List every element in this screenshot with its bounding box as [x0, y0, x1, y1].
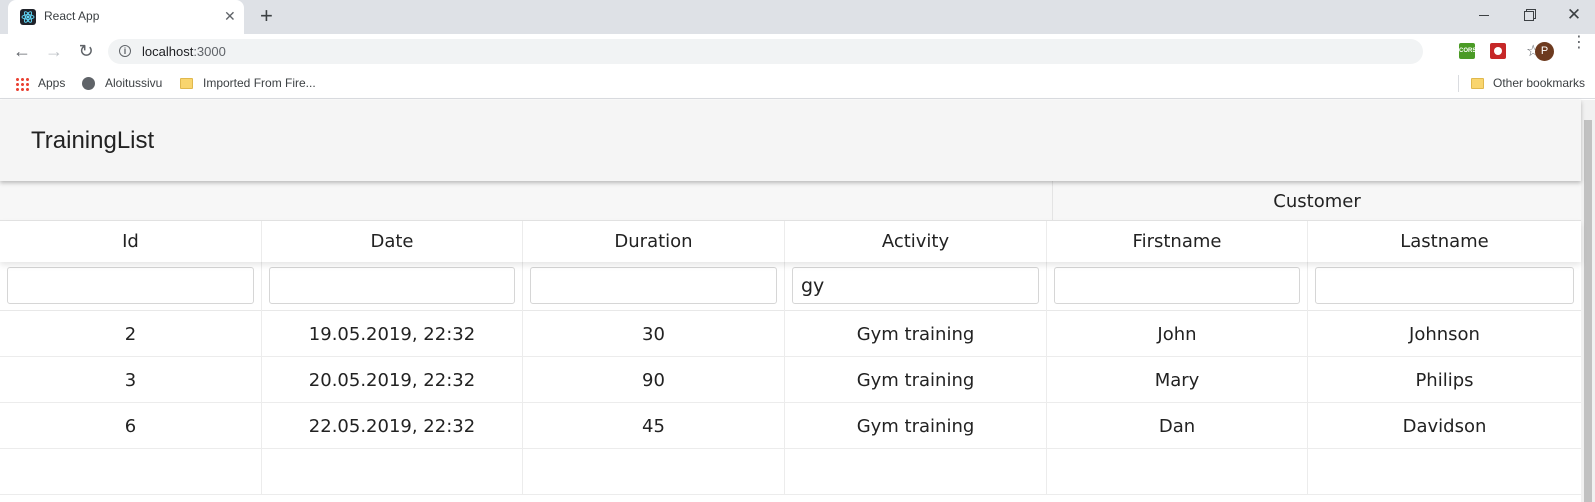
- page-scrollbar[interactable]: [1581, 100, 1595, 502]
- page-title: TrainingList: [31, 127, 155, 154]
- filter-input-duration[interactable]: [530, 267, 777, 304]
- table-group-header-row: Customer: [0, 181, 1581, 221]
- folder-icon: [180, 78, 193, 89]
- empty-cell: [523, 449, 785, 494]
- app-header: TrainingList: [0, 100, 1581, 181]
- bookmarks-bar: Apps Aloitussivu Imported From Fire... O…: [0, 68, 1595, 99]
- cell-activity: Gym training: [785, 403, 1047, 448]
- cell-date: 22.05.2019, 22:32: [262, 403, 523, 448]
- cell-date: 19.05.2019, 22:32: [262, 311, 523, 356]
- cell-id: 3: [0, 357, 262, 402]
- cell-lastname: Davidson: [1402, 416, 1487, 437]
- empty-cell: [785, 449, 1047, 494]
- forward-arrow-icon[interactable]: →: [43, 40, 65, 62]
- cell-id: 6: [0, 403, 262, 448]
- filter-input-id[interactable]: [7, 267, 254, 304]
- cell-id: 2: [0, 311, 262, 356]
- folder-icon: [1471, 78, 1484, 89]
- extension-icon[interactable]: [1490, 43, 1506, 59]
- table-row[interactable]: 3 20.05.2019, 22:32 90 Gym training Mary…: [0, 357, 1581, 403]
- close-window-button[interactable]: ✕: [1565, 6, 1583, 24]
- cell-date: 20.05.2019, 22:32: [262, 357, 523, 402]
- column-header-lastname[interactable]: Lastname: [1308, 221, 1581, 262]
- filter-cell: [1308, 262, 1581, 311]
- globe-icon: [82, 77, 95, 90]
- filter-cell: [1047, 262, 1308, 311]
- column-header-duration[interactable]: Duration: [523, 221, 785, 262]
- cell-duration: 90: [523, 357, 785, 402]
- column-header-id[interactable]: Id: [0, 221, 262, 262]
- browser-menu-icon[interactable]: ⋮: [1571, 35, 1587, 51]
- url-text[interactable]: localhost:3000: [142, 44, 226, 59]
- reload-icon[interactable]: ↻: [75, 40, 97, 62]
- cell-firstname: Dan: [1047, 403, 1308, 448]
- table-row-empty: [0, 449, 1581, 495]
- filter-cell: [785, 262, 1047, 311]
- table-header-row: Id Date Duration Activity Firstname Last…: [0, 221, 1581, 262]
- back-arrow-icon[interactable]: ←: [11, 40, 33, 62]
- address-bar[interactable]: i localhost:3000 ⌕ ☆: [108, 39, 1540, 64]
- minimize-window-button[interactable]: [1475, 6, 1493, 24]
- column-header-date[interactable]: Date: [262, 221, 523, 262]
- cell-lastname: Philips: [1415, 370, 1474, 391]
- browser-toolbar: ← → ↻ i localhost:3000 ⌕ ☆: [0, 34, 1595, 68]
- url-port: :3000: [193, 44, 226, 59]
- cell-duration: 45: [523, 403, 785, 448]
- empty-cell: [0, 449, 262, 494]
- browser-tab[interactable]: React App ✕: [8, 0, 244, 34]
- table-row[interactable]: 2 19.05.2019, 22:32 30 Gym training John…: [0, 311, 1581, 357]
- empty-cell: [1047, 449, 1308, 494]
- group-header-empty: [0, 181, 1053, 221]
- filter-cell: [262, 262, 523, 311]
- scrollbar-thumb[interactable]: [1584, 120, 1592, 502]
- group-header-customer: Customer: [1273, 191, 1361, 212]
- cell-activity: Gym training: [785, 311, 1047, 356]
- bookmark-apps[interactable]: Apps: [38, 76, 65, 90]
- browser-tabstrip: React App ✕ + ✕: [0, 0, 1595, 34]
- filter-input-date[interactable]: [269, 267, 515, 304]
- cell-duration: 30: [523, 311, 785, 356]
- restore-window-button[interactable]: [1520, 6, 1538, 24]
- cell-firstname: Mary: [1047, 357, 1308, 402]
- profile-avatar[interactable]: P: [1535, 42, 1554, 61]
- bookmarks-divider: [1458, 75, 1459, 92]
- cell-lastname: Johnson: [1409, 324, 1480, 345]
- bookmark-imported-folder[interactable]: Imported From Fire...: [203, 76, 316, 90]
- cell-activity: Gym training: [785, 357, 1047, 402]
- trainings-table: Customer Id Date Duration Activity First…: [0, 181, 1581, 502]
- filter-cell: [0, 262, 262, 311]
- column-header-activity[interactable]: Activity: [785, 221, 1047, 262]
- apps-grid-icon[interactable]: [15, 77, 29, 91]
- cell-firstname: John: [1047, 311, 1308, 356]
- new-tab-button[interactable]: +: [260, 4, 273, 28]
- close-tab-icon[interactable]: ✕: [224, 9, 236, 23]
- react-logo-icon: [20, 9, 36, 25]
- bookmark-aloitussivu[interactable]: Aloitussivu: [105, 76, 162, 90]
- empty-cell: [1308, 449, 1581, 494]
- filter-input-firstname[interactable]: [1054, 267, 1300, 304]
- table-row[interactable]: 6 22.05.2019, 22:32 45 Gym training Dan …: [0, 403, 1581, 449]
- bookmark-other-folder[interactable]: Other bookmarks: [1493, 76, 1585, 90]
- filter-input-activity[interactable]: [792, 267, 1039, 304]
- cors-extension-icon[interactable]: CORS: [1459, 43, 1476, 59]
- column-header-firstname[interactable]: Firstname: [1047, 221, 1308, 262]
- site-info-icon[interactable]: i: [119, 45, 131, 57]
- table-filter-row: [0, 262, 1581, 311]
- tab-title: React App: [44, 9, 100, 23]
- url-host: localhost: [142, 44, 194, 59]
- empty-cell: [262, 449, 523, 494]
- filter-input-lastname[interactable]: [1315, 267, 1574, 304]
- filter-cell: [523, 262, 785, 311]
